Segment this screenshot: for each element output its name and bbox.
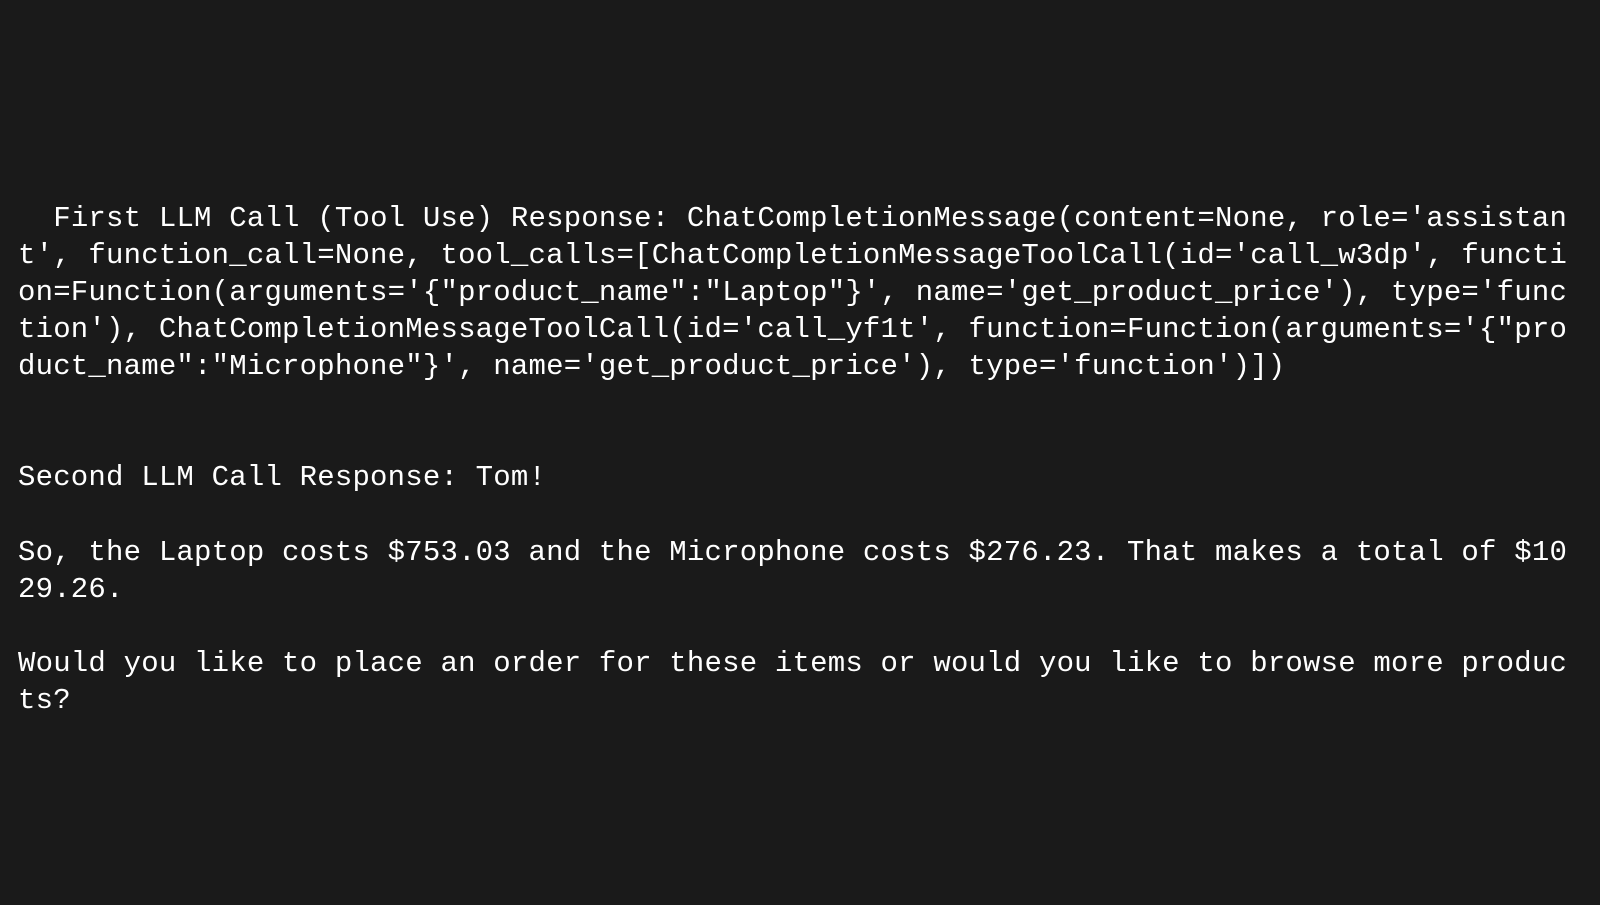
terminal-text: First LLM Call (Tool Use) Response: Chat… bbox=[18, 202, 1567, 717]
terminal-output: First LLM Call (Tool Use) Response: Chat… bbox=[18, 162, 1582, 719]
